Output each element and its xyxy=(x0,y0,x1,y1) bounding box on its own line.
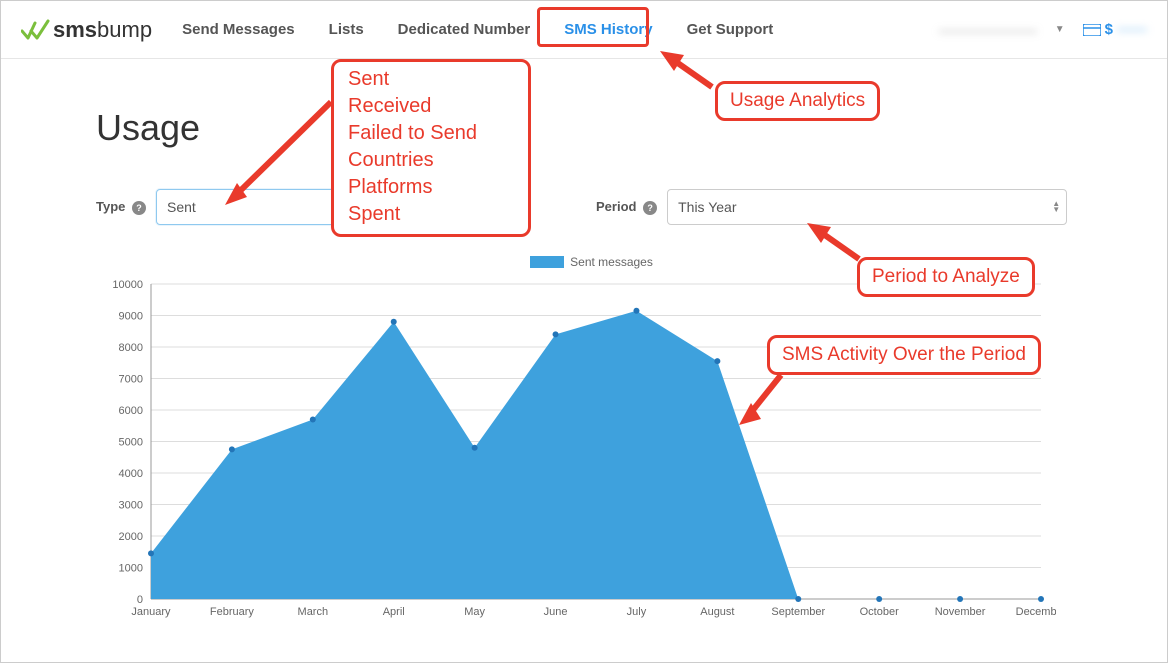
usage-chart: 0 1000 2000 3000 4000 5000 6000 7000 8000 9000 100… xyxy=(96,269,1056,629)
annotation-arrow xyxy=(801,217,871,272)
svg-text:January: January xyxy=(131,606,171,618)
svg-text:0: 0 xyxy=(137,594,143,606)
svg-text:6000: 6000 xyxy=(119,405,143,417)
nav-get-support[interactable]: Get Support xyxy=(685,15,776,44)
brand-logo: smsbump xyxy=(21,17,152,43)
topbar: smsbump Send Messages Lists Dedicated Nu… xyxy=(1,1,1167,59)
svg-text:7000: 7000 xyxy=(119,374,143,386)
content: Usage Type ? Sent ▲▼ Period ? This Year … xyxy=(1,59,1167,634)
balance-amount: —— xyxy=(1117,21,1147,38)
svg-text:August: August xyxy=(700,606,734,618)
nav-sms-history[interactable]: SMS History xyxy=(562,15,654,44)
period-select-value: This Year xyxy=(678,199,736,215)
topbar-right: ——————— ▼ $—— xyxy=(939,21,1147,38)
nav-send-messages[interactable]: Send Messages xyxy=(180,15,297,44)
svg-text:June: June xyxy=(544,606,568,618)
checkmarks-icon xyxy=(21,18,51,42)
svg-text:December: December xyxy=(1016,606,1056,618)
annotation-arrow xyxy=(221,97,341,222)
chart-legend: Sent messages xyxy=(96,255,1087,269)
svg-text:9000: 9000 xyxy=(119,311,143,323)
svg-text:July: July xyxy=(627,606,647,618)
select-arrows-icon: ▲▼ xyxy=(1052,201,1060,213)
svg-text:May: May xyxy=(464,606,485,618)
svg-text:2000: 2000 xyxy=(119,531,143,543)
brand-bump: bump xyxy=(97,17,152,43)
nav-lists[interactable]: Lists xyxy=(327,15,366,44)
type-label: Type ? xyxy=(96,199,146,215)
period-label: Period ? xyxy=(596,199,657,215)
svg-text:February: February xyxy=(210,606,255,618)
svg-text:April: April xyxy=(383,606,405,618)
svg-text:10000: 10000 xyxy=(112,279,143,291)
type-select-value: Sent xyxy=(167,199,196,215)
svg-text:1000: 1000 xyxy=(119,563,143,575)
help-icon[interactable]: ? xyxy=(132,201,146,215)
legend-label: Sent messages xyxy=(570,255,653,269)
chevron-down-icon[interactable]: ▼ xyxy=(1055,24,1065,35)
card-icon xyxy=(1083,24,1101,36)
chart-container: Sent messages 0 1000 2000 3000 4000 5000 6000 7… xyxy=(96,255,1087,634)
period-label-text: Period xyxy=(596,199,636,214)
svg-text:October: October xyxy=(860,606,899,618)
user-menu[interactable]: ——————— xyxy=(939,22,1037,38)
select-arrows-icon: ▲▼ xyxy=(491,201,499,213)
annotation-arrow xyxy=(733,367,793,442)
help-icon[interactable]: ? xyxy=(643,201,657,215)
svg-text:4000: 4000 xyxy=(119,468,143,480)
svg-text:November: November xyxy=(935,606,986,618)
annotation-arrow xyxy=(654,45,724,100)
nav-dedicated-number[interactable]: Dedicated Number xyxy=(396,15,533,44)
svg-text:September: September xyxy=(771,606,825,618)
balance-prefix: $ xyxy=(1105,21,1113,38)
legend-swatch xyxy=(530,256,564,268)
primary-nav: Send Messages Lists Dedicated Number SMS… xyxy=(180,15,775,44)
account-balance[interactable]: $—— xyxy=(1083,21,1147,38)
svg-text:5000: 5000 xyxy=(119,437,143,449)
svg-text:3000: 3000 xyxy=(119,500,143,512)
type-label-text: Type xyxy=(96,199,125,214)
svg-text:March: March xyxy=(298,606,329,618)
svg-text:8000: 8000 xyxy=(119,342,143,354)
brand-sms: sms xyxy=(53,17,97,43)
